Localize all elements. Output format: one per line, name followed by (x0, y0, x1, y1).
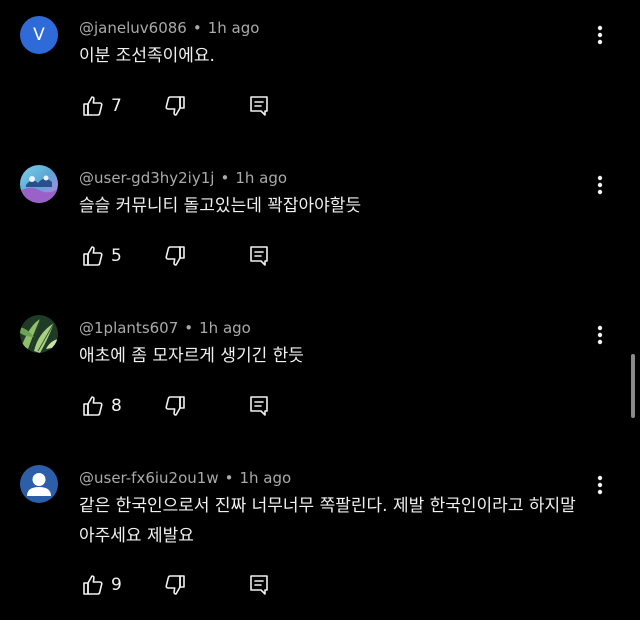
avatar[interactable] (20, 315, 58, 353)
reply-comment-icon (250, 575, 268, 595)
comment-meta: @1plants607 • 1h ago (79, 319, 251, 337)
like-count: 8 (111, 396, 122, 416)
reply-button[interactable] (245, 392, 273, 420)
thumbs-up-icon (83, 575, 103, 595)
comment-text: 같은 한국인으로서 진짜 너무너무 쪽팔린다. 제발 한국인이라고 하지말아주세… (79, 496, 576, 546)
thumbs-down-icon (165, 246, 185, 266)
comment-meta: @user-fx6iu2ou1w • 1h ago (79, 469, 291, 487)
more-button[interactable] (588, 473, 612, 497)
comment-item: @user-gd3hy2iy1j • 1h ago 슬슬 커뮤니티 돌고있는데 꽉잡… (0, 150, 640, 300)
comment-item: V @janeluv6086 • 1h ago 이분 조선족이에요. 7 (0, 0, 640, 150)
meta-separator: • (192, 19, 202, 37)
avatar[interactable] (20, 165, 58, 203)
like-button[interactable] (79, 242, 107, 270)
like-count: 9 (111, 575, 122, 595)
comment-actions: 7 (79, 92, 273, 120)
dislike-button[interactable] (161, 571, 189, 599)
thumbs-up-icon (83, 96, 103, 116)
like-count: 5 (111, 246, 122, 266)
comment-item: @1plants607 • 1h ago 애초에 좀 모자르게 생기긴 한듯 8 (0, 300, 640, 450)
avatar-letter: V (33, 25, 45, 45)
avatar-image (20, 315, 58, 353)
comment-actions: 8 (79, 392, 273, 420)
comment-author[interactable]: @janeluv6086 (79, 19, 187, 37)
more-vertical-icon (597, 325, 603, 345)
comment-time[interactable]: 1h ago (208, 19, 260, 37)
person-icon (27, 473, 51, 496)
comment-item: @user-fx6iu2ou1w • 1h ago 같은 한국인으로서 진짜 너무너… (0, 450, 640, 620)
comment-actions: 9 (79, 571, 273, 599)
reply-button[interactable] (245, 92, 273, 120)
more-button[interactable] (588, 323, 612, 347)
reply-button[interactable] (245, 571, 273, 599)
avatar-image (20, 165, 58, 203)
dislike-button[interactable] (161, 92, 189, 120)
like-count: 7 (111, 96, 122, 116)
comment-text: 이분 조선족이에요. (79, 46, 215, 66)
comment-time[interactable]: 1h ago (199, 319, 251, 337)
reply-comment-icon (250, 246, 268, 266)
meta-separator: • (224, 469, 234, 487)
comment-author[interactable]: @user-gd3hy2iy1j (79, 169, 214, 187)
avatar[interactable] (20, 465, 58, 503)
more-vertical-icon (597, 175, 603, 195)
dislike-button[interactable] (161, 242, 189, 270)
thumbs-down-icon (165, 396, 185, 416)
comment-text: 애초에 좀 모자르게 생기긴 한듯 (79, 346, 304, 366)
reply-comment-icon (250, 96, 268, 116)
dislike-button[interactable] (161, 392, 189, 420)
more-button[interactable] (588, 23, 612, 47)
meta-separator: • (184, 319, 194, 337)
reply-button[interactable] (245, 242, 273, 270)
comment-author[interactable]: @1plants607 (79, 319, 178, 337)
like-button[interactable] (79, 571, 107, 599)
more-vertical-icon (597, 25, 603, 45)
thumbs-up-icon (83, 246, 103, 266)
thumbs-down-icon (165, 96, 185, 116)
like-button[interactable] (79, 392, 107, 420)
more-vertical-icon (597, 475, 603, 495)
comment-time[interactable]: 1h ago (239, 469, 291, 487)
like-button[interactable] (79, 92, 107, 120)
scrollbar-thumb[interactable] (631, 354, 635, 418)
more-button[interactable] (588, 173, 612, 197)
comment-text: 슬슬 커뮤니티 돌고있는데 꽉잡아야할듯 (79, 196, 362, 216)
avatar[interactable]: V (20, 16, 58, 54)
comment-author[interactable]: @user-fx6iu2ou1w (79, 469, 219, 487)
comment-meta: @janeluv6086 • 1h ago (79, 19, 259, 37)
comment-actions: 5 (79, 242, 273, 270)
thumbs-up-icon (83, 396, 103, 416)
comment-time[interactable]: 1h ago (235, 169, 287, 187)
meta-separator: • (220, 169, 230, 187)
thumbs-down-icon (165, 575, 185, 595)
reply-comment-icon (250, 396, 268, 416)
comment-meta: @user-gd3hy2iy1j • 1h ago (79, 169, 287, 187)
